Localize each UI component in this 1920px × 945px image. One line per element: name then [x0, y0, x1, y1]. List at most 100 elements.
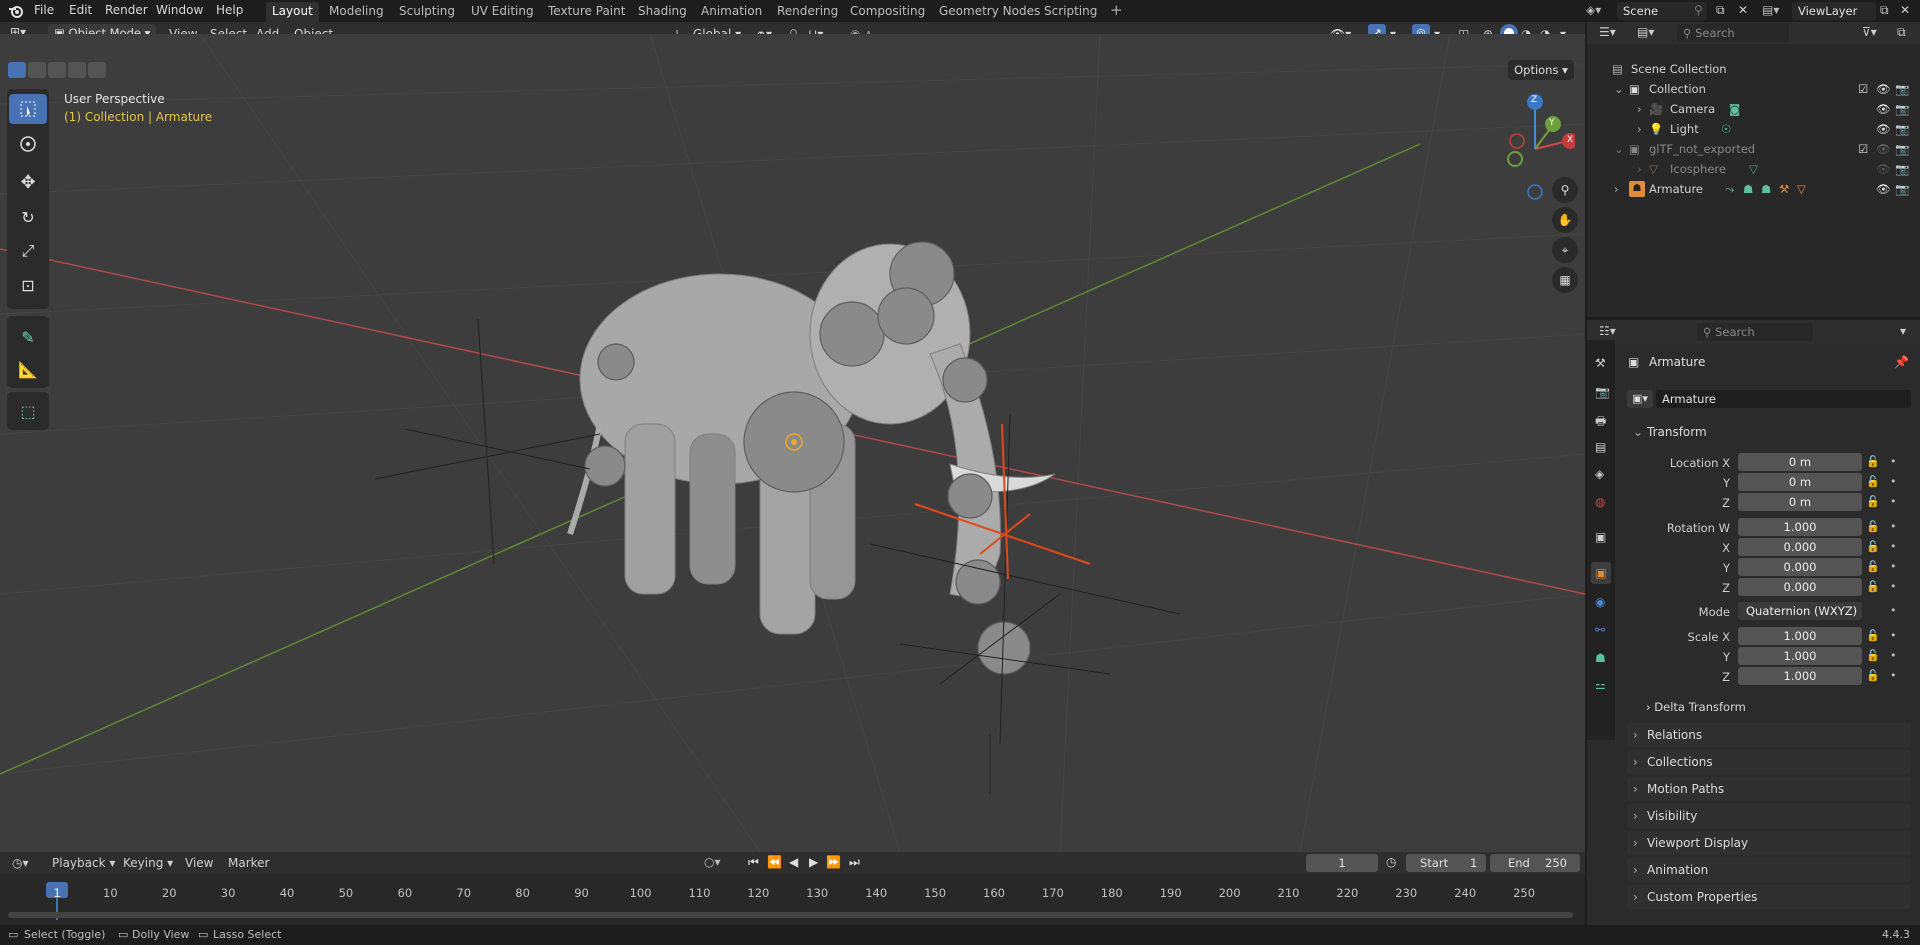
bone-tab-icon[interactable]: ⚍: [1595, 678, 1606, 692]
rotation-z-field[interactable]: 0.000: [1738, 578, 1862, 596]
output-tab-icon[interactable]: 🖶: [1595, 412, 1606, 433]
tab-sculpting[interactable]: Sculpting: [393, 2, 461, 22]
menu-marker[interactable]: Marker: [228, 856, 269, 870]
display-mode-icon[interactable]: ▤▾: [1637, 25, 1654, 39]
select-intersect-icon[interactable]: [88, 62, 106, 78]
next-keyframe-icon[interactable]: ⏩: [826, 855, 841, 869]
light-eye-icon[interactable]: 👁: [1876, 119, 1891, 139]
outliner-row-collection[interactable]: ⌄ ▣ Collection ☑ 👁 📷: [1587, 79, 1920, 99]
keyframe-scale-x-icon[interactable]: •: [1890, 629, 1897, 642]
menu-edit[interactable]: Edit: [69, 3, 92, 17]
lock-scale-x-icon[interactable]: 🔓: [1866, 629, 1880, 642]
location-x-field[interactable]: 0 m: [1738, 453, 1862, 471]
keyframe-mode-icon[interactable]: •: [1890, 604, 1897, 617]
jump-end-icon[interactable]: ⏭: [849, 855, 860, 870]
expand-armature-icon[interactable]: ›: [1614, 179, 1619, 199]
armature-render-icon[interactable]: 📷: [1895, 179, 1909, 199]
armature-data-tab-icon[interactable]: ☗: [1595, 651, 1606, 665]
expand-icosphere-icon[interactable]: ›: [1637, 159, 1642, 179]
rotate-tool[interactable]: ↻: [9, 202, 47, 232]
properties-options-icon[interactable]: ▾: [1900, 324, 1906, 338]
rotation-x-field[interactable]: 0.000: [1738, 538, 1862, 556]
menu-render[interactable]: Render: [105, 3, 148, 17]
gltf-checkbox-icon[interactable]: ☑: [1858, 139, 1868, 159]
rotation-mode-dropdown[interactable]: Quaternion (WXYZ) ▾: [1738, 602, 1862, 636]
panel-viewport-display[interactable]: › Viewport Display: [1627, 831, 1911, 855]
measure-tool[interactable]: 📐: [9, 354, 47, 384]
keyframe-rotation-x-icon[interactable]: •: [1890, 540, 1897, 553]
delete-scene-icon[interactable]: ✕: [1738, 3, 1748, 17]
collection-render-icon[interactable]: 📷: [1895, 79, 1909, 99]
tab-shading[interactable]: Shading: [632, 2, 693, 22]
pin-icon[interactable]: 📌: [1894, 355, 1909, 369]
object-tab-icon[interactable]: ▣: [1591, 562, 1611, 584]
cursor-tool[interactable]: [9, 129, 47, 159]
lock-rotation-y-icon[interactable]: 🔓: [1866, 560, 1880, 573]
collection-tab-icon[interactable]: ▣: [1595, 530, 1606, 544]
tab-texture-paint[interactable]: Texture Paint: [542, 2, 631, 22]
timeline-editor-icon[interactable]: ◷▾: [12, 856, 29, 870]
camera-eye-icon[interactable]: 👁: [1876, 99, 1891, 119]
menu-window[interactable]: Window: [156, 3, 203, 17]
menu-timeline-view[interactable]: View: [185, 856, 213, 870]
tab-compositing[interactable]: Compositing: [844, 2, 931, 22]
blender-logo-icon[interactable]: [8, 3, 24, 22]
constraints-tab-icon[interactable]: ⚯: [1595, 623, 1605, 637]
keyframe-location-x-icon[interactable]: •: [1890, 455, 1897, 468]
tab-uv-editing[interactable]: UV Editing: [465, 2, 540, 22]
scale-x-field[interactable]: 1.000: [1738, 627, 1862, 645]
annotate-tool[interactable]: ✎: [9, 322, 47, 352]
physics-tab-icon[interactable]: ◉: [1595, 595, 1605, 609]
expand-camera-icon[interactable]: ›: [1637, 99, 1642, 119]
armature-eye-icon[interactable]: 👁: [1876, 179, 1891, 199]
play-icon[interactable]: ▶: [809, 855, 818, 869]
panel-animation[interactable]: › Animation: [1627, 858, 1911, 882]
filter-icon[interactable]: ⊽▾: [1862, 25, 1877, 39]
options-button[interactable]: Options ▾: [1508, 60, 1574, 80]
mesh-data-icon[interactable]: ▽: [1749, 159, 1758, 179]
expand-gltf-icon[interactable]: ⌄: [1614, 139, 1624, 159]
outliner-row-scene-collection[interactable]: ▤ Scene Collection: [1587, 59, 1920, 79]
menu-help[interactable]: Help: [216, 3, 243, 17]
select-new-icon[interactable]: [8, 62, 26, 78]
tab-modeling[interactable]: Modeling: [323, 2, 390, 22]
keyframe-scale-y-icon[interactable]: •: [1890, 649, 1897, 662]
pin-scene-icon[interactable]: ⚲: [1694, 3, 1703, 17]
light-render-icon[interactable]: 📷: [1895, 119, 1909, 139]
collection-checkbox-icon[interactable]: ☑: [1858, 79, 1868, 99]
view-layer-selector[interactable]: ViewLayer: [1792, 2, 1876, 20]
lock-location-y-icon[interactable]: 🔓: [1866, 475, 1880, 488]
armature-action-icon[interactable]: ⤳: [1725, 179, 1734, 199]
auto-keying-icon[interactable]: ○▾: [704, 855, 721, 869]
lock-rotation-x-icon[interactable]: 🔓: [1866, 540, 1880, 553]
camera-render-icon[interactable]: 📷: [1895, 99, 1909, 119]
view-layer-tab-icon[interactable]: ▤: [1595, 440, 1606, 454]
outliner-row-light[interactable]: › 💡 Light ☉ 👁 📷: [1587, 119, 1920, 139]
lock-scale-y-icon[interactable]: 🔓: [1866, 649, 1880, 662]
armature-pose-icon[interactable]: ☗: [1761, 179, 1771, 199]
panel-visibility[interactable]: › Visibility: [1627, 804, 1911, 828]
expand-collection-icon[interactable]: ⌄: [1614, 79, 1624, 99]
timeline-scrollbar[interactable]: [8, 912, 1573, 918]
scale-y-field[interactable]: 1.000: [1738, 647, 1862, 665]
view-layer-icon[interactable]: ▤▾: [1762, 3, 1779, 17]
add-workspace-button[interactable]: +: [1110, 1, 1123, 19]
pan-hand-icon[interactable]: ✋: [1552, 207, 1578, 233]
tab-animation[interactable]: Animation: [695, 2, 768, 22]
lock-rotation-w-icon[interactable]: 🔓: [1866, 520, 1880, 533]
object-name-field[interactable]: Armature: [1656, 390, 1911, 408]
play-reverse-icon[interactable]: ◀: [789, 855, 798, 869]
select-box-tool[interactable]: [9, 94, 47, 124]
select-subtract-icon[interactable]: [48, 62, 66, 78]
new-view-layer-icon[interactable]: ⧉: [1880, 3, 1889, 18]
tab-rendering[interactable]: Rendering: [771, 2, 844, 22]
tool-tab-icon[interactable]: ⚒: [1595, 356, 1606, 370]
outliner-search-input[interactable]: ⚲ Search: [1677, 24, 1789, 42]
current-frame-field[interactable]: 1: [1306, 854, 1378, 872]
lock-rotation-z-icon[interactable]: 🔓: [1866, 580, 1880, 593]
tab-scripting[interactable]: Scripting: [1038, 2, 1103, 22]
camera-data-icon[interactable]: ◙: [1729, 99, 1740, 119]
keyframe-location-y-icon[interactable]: •: [1890, 475, 1897, 488]
keyframe-rotation-w-icon[interactable]: •: [1890, 520, 1897, 533]
scene-tab-icon[interactable]: ◈: [1595, 467, 1604, 481]
